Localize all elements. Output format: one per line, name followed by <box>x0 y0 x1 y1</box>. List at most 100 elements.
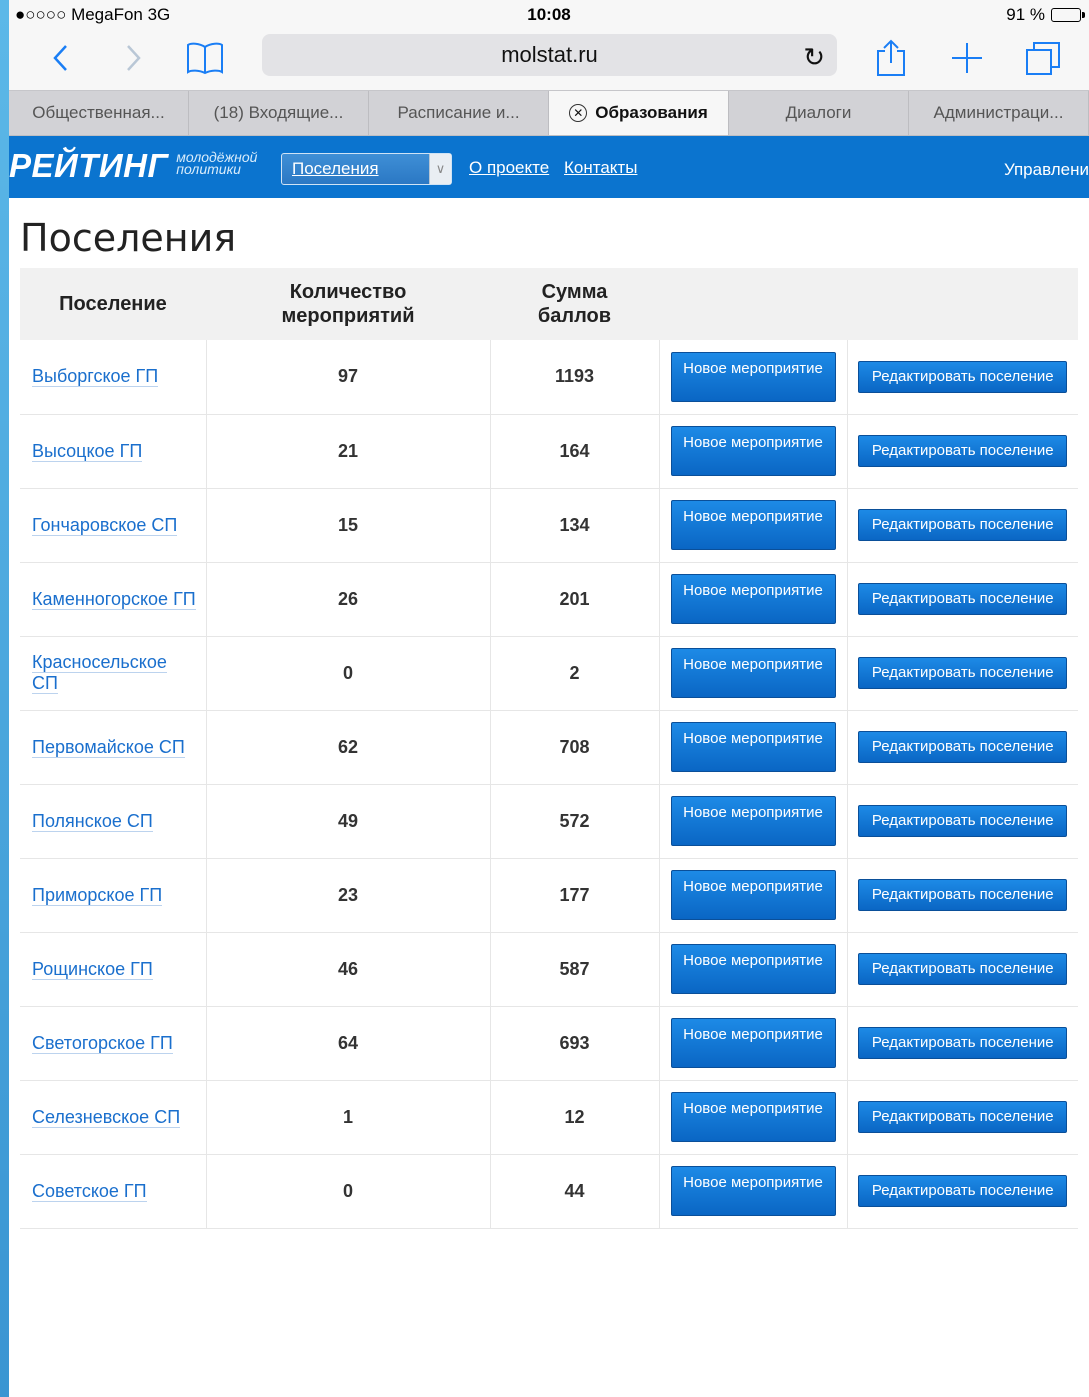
edit-settlement-button[interactable]: Редактировать поселение <box>858 583 1068 615</box>
browser-tab[interactable]: Расписание и... <box>369 91 549 135</box>
table-row: Селезневское СП 1 12 Новое мероприятие Редак… <box>20 1080 1078 1155</box>
new-event-button[interactable]: Новое мероприятие <box>670 648 836 698</box>
new-tab-button[interactable] <box>949 36 985 80</box>
share-icon <box>877 39 905 76</box>
edit-cell: Редактировать поселение <box>846 858 1078 933</box>
new-event-button[interactable]: Новое мероприятие <box>670 722 836 772</box>
edit-cell: Редактировать поселение <box>846 1080 1078 1155</box>
edit-settlement-button[interactable]: Редактировать поселение <box>858 657 1068 689</box>
new-event-button[interactable]: Новое мероприятие <box>670 1092 836 1142</box>
browser-tab[interactable]: Администраци... <box>909 91 1089 135</box>
new-event-cell: Новое мероприятие <box>658 414 847 489</box>
event-count-cell: 15 <box>205 488 490 563</box>
score-sum-cell: 134 <box>489 488 659 563</box>
settlement-link[interactable]: Селезневское СП <box>32 1106 181 1128</box>
browser-tab[interactable]: Диалоги <box>729 91 909 135</box>
browser-window: ●○○○○ MegaFon 3G 10:08 91 % molstat.ru ↻ <box>9 0 1089 1397</box>
battery-icon <box>1051 8 1085 22</box>
header-count-label: Количество мероприятий <box>281 281 415 327</box>
settlement-link[interactable]: Рощинское ГП <box>32 958 153 980</box>
table-body: Выборгское ГП 97 1193 Новое мероприятие Реда… <box>20 340 1078 1229</box>
new-event-button[interactable]: Новое мероприятие <box>670 1018 836 1068</box>
reload-icon[interactable]: ↻ <box>803 42 825 73</box>
back-button[interactable] <box>45 36 75 80</box>
nav-contacts-link[interactable]: Контакты <box>564 158 637 178</box>
score-sum-cell: 572 <box>489 784 659 859</box>
settlement-name-cell: Селезневское СП <box>20 1080 206 1155</box>
edit-settlement-button[interactable]: Редактировать поселение <box>858 1101 1068 1133</box>
settlement-link[interactable]: Гончаровское СП <box>32 514 178 536</box>
new-event-cell: Новое мероприятие <box>658 932 847 1007</box>
table-row: Полянское СП 49 572 Новое мероприятие Редакт… <box>20 784 1078 859</box>
settlement-link[interactable]: Первомайское СП <box>32 736 185 758</box>
settlement-name-cell: Светогорское ГП <box>20 1006 206 1081</box>
settlement-link[interactable]: Красносельское СП <box>32 652 167 694</box>
edit-settlement-button[interactable]: Редактировать поселение <box>858 435 1068 467</box>
browser-toolbar: molstat.ru ↻ <box>9 30 1089 90</box>
logo-subtitle: молодёжной политики <box>176 150 257 176</box>
table-row: Красносельское СП 0 2 Новое мероприятие Реда… <box>20 636 1078 711</box>
close-tab-icon[interactable]: ✕ <box>569 104 588 122</box>
new-event-button[interactable]: Новое мероприятие <box>670 1166 836 1216</box>
edit-cell: Редактировать поселение <box>846 784 1078 859</box>
new-event-button[interactable]: Новое мероприятие <box>670 796 836 846</box>
table-row: Высоцкое ГП 21 164 Новое мероприятие Редакти… <box>20 414 1078 489</box>
edit-settlement-button[interactable]: Редактировать поселение <box>858 805 1068 837</box>
edit-settlement-button[interactable]: Редактировать поселение <box>858 953 1068 985</box>
edit-cell: Редактировать поселение <box>846 488 1078 563</box>
settlement-name-cell: Полянское СП <box>20 784 206 859</box>
site-logo[interactable]: РЕЙТИНГ молодёжной политики <box>9 148 257 184</box>
browser-tab-active[interactable]: ✕ Образования <box>549 91 729 135</box>
new-event-cell: Новое мероприятие <box>658 710 847 785</box>
address-bar[interactable]: molstat.ru ↻ <box>262 34 837 76</box>
section-select-value: Поселения <box>292 159 379 178</box>
new-event-button[interactable]: Новое мероприятие <box>670 426 836 476</box>
settlement-link[interactable]: Каменногорское ГП <box>32 588 196 610</box>
edit-cell: Редактировать поселение <box>846 636 1078 711</box>
score-sum-cell: 693 <box>489 1006 659 1081</box>
edit-settlement-button[interactable]: Редактировать поселение <box>858 1175 1068 1207</box>
new-event-button[interactable]: Новое мероприятие <box>670 500 836 550</box>
battery-percent: 91 % <box>1006 5 1045 24</box>
score-sum-cell: 708 <box>489 710 659 785</box>
score-sum-cell: 2 <box>489 636 659 711</box>
settlement-link[interactable]: Светогорское ГП <box>32 1032 173 1054</box>
event-count-cell: 1 <box>205 1080 490 1155</box>
new-event-button[interactable]: Новое мероприятие <box>670 870 836 920</box>
new-event-button[interactable]: Новое мероприятие <box>670 351 836 402</box>
settlement-link[interactable]: Советское ГП <box>32 1180 147 1202</box>
share-button[interactable] <box>874 36 908 80</box>
browser-tab[interactable]: (18) Входящие... <box>189 91 369 135</box>
logo-title: РЕЙТИНГ <box>9 147 169 184</box>
score-sum-cell: 1193 <box>489 340 659 415</box>
table-row: Выборгское ГП 97 1193 Новое мероприятие Реда… <box>20 340 1078 415</box>
score-sum-cell: 587 <box>489 932 659 1007</box>
forward-button[interactable] <box>119 36 149 80</box>
settlement-link[interactable]: Высоцкое ГП <box>32 440 143 462</box>
chevron-down-icon: ∨ <box>429 154 451 184</box>
tabs-overview-button[interactable] <box>1024 36 1062 80</box>
table-row: Гончаровское СП 15 134 Новое мероприятие Ред… <box>20 488 1078 563</box>
edit-settlement-button[interactable]: Редактировать поселение <box>858 1027 1068 1059</box>
header-count: Количество мероприятий <box>206 268 490 340</box>
settlement-link[interactable]: Выборгское ГП <box>32 366 159 388</box>
section-select[interactable]: Поселения ∨ <box>281 153 452 185</box>
edit-cell: Редактировать поселение <box>846 932 1078 1007</box>
nav-about-link[interactable]: О проекте <box>469 158 549 178</box>
settlement-link[interactable]: Приморское ГП <box>32 884 163 906</box>
new-event-cell: Новое мероприятие <box>658 562 847 637</box>
settlement-link[interactable]: Полянское СП <box>32 810 153 832</box>
clock: 10:08 <box>527 5 571 24</box>
bookmarks-button[interactable] <box>183 36 227 80</box>
edit-settlement-button[interactable]: Редактировать поселение <box>858 360 1068 393</box>
edit-settlement-button[interactable]: Редактировать поселение <box>858 509 1068 541</box>
event-count-cell: 49 <box>205 784 490 859</box>
event-count-cell: 23 <box>205 858 490 933</box>
edit-settlement-button[interactable]: Редактировать поселение <box>858 731 1068 763</box>
new-event-button[interactable]: Новое мероприятие <box>670 574 836 624</box>
nav-manage-link[interactable]: Управлени <box>1004 160 1089 180</box>
new-event-button[interactable]: Новое мероприятие <box>670 944 836 994</box>
edit-settlement-button[interactable]: Редактировать поселение <box>858 879 1068 911</box>
event-count-cell: 21 <box>205 414 490 489</box>
browser-tab[interactable]: Общественная... <box>9 91 189 135</box>
